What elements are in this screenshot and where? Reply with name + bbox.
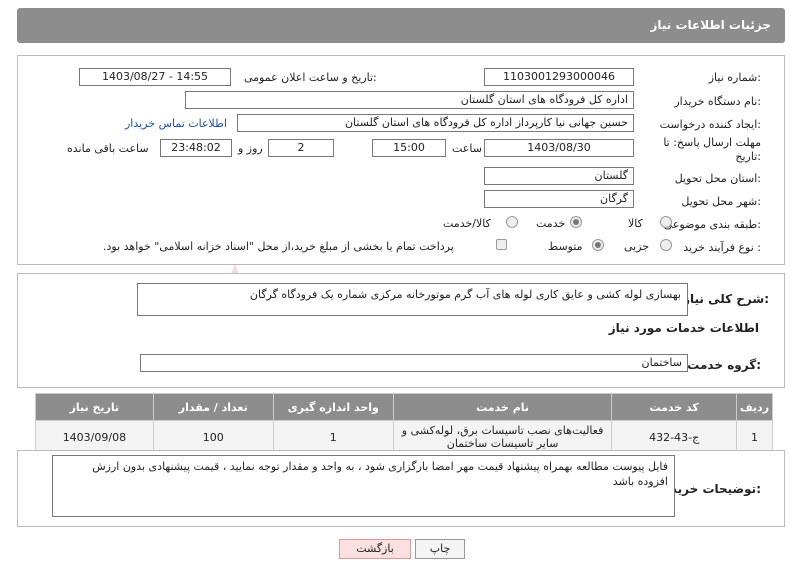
category-goods-service-label: کالا/خدمت [443, 217, 491, 230]
back-button[interactable]: بازگشت [339, 539, 411, 559]
creator-label: ایجاد کننده درخواست: [659, 118, 761, 131]
table-row: 1 ج-43-432 فعالیت‌های نصب تاسیسات برق، ل… [35, 420, 774, 454]
services-info-title: اطلاعات خدمات مورد نیاز [608, 321, 759, 335]
category-goods-service-radio[interactable] [506, 216, 518, 228]
info-panel [17, 55, 785, 265]
process-minor-label: جزیی [624, 240, 650, 253]
cell-service-code: ج-43-432 [611, 420, 737, 454]
deadline-time-label: ساعت [452, 142, 482, 155]
col-header-need-date: تاریخ نیاز [35, 393, 154, 421]
col-header-row-number: ردیف [735, 393, 774, 421]
treasury-checkbox[interactable] [496, 239, 507, 250]
city-field[interactable]: گرگان [484, 190, 634, 208]
deadline-label-date: تاریخ: [735, 150, 761, 163]
col-header-unit: واحد اندازه گیری [272, 393, 394, 421]
need-number-label: شماره نیاز: [708, 71, 761, 84]
cell-service-name: فعالیت‌های نصب تاسیسات برق، لوله‌کشی و س… [392, 420, 613, 454]
province-field[interactable]: گلستان [484, 167, 634, 185]
process-medium-radio[interactable] [592, 239, 604, 251]
deadline-time-field[interactable]: 15:00 [372, 139, 446, 157]
general-desc-label: شرح کلی نیاز: [683, 292, 769, 306]
category-service-radio[interactable] [570, 216, 582, 228]
table-header-row: ردیف کد خدمت نام خدمت واحد اندازه گیری ت… [35, 393, 774, 421]
col-header-service-name: نام خدمت [392, 393, 613, 421]
announce-datetime-field[interactable]: 1403/08/27 - 14:55 [79, 68, 231, 86]
announce-datetime-label: تاریخ و ساعت اعلان عمومی: [244, 71, 377, 84]
col-header-quantity: تعداد / مقدار [152, 393, 274, 421]
category-label: طبقه بندی موضوعی: [663, 218, 761, 231]
deadline-label: مهلت ارسال پاسخ: تا [663, 136, 761, 149]
buyer-org-field[interactable]: اداره کل فرودگاه های استان گلستان [185, 91, 634, 109]
remaining-time-field[interactable]: 23:48:02 [160, 139, 232, 157]
buyer-contact-link[interactable]: اطلاعات تماس خریدار [125, 117, 227, 130]
category-goods-label: کالا [628, 217, 643, 230]
creator-field[interactable]: حسین جهانی نیا کارپرداز اداره کل فرودگاه… [237, 114, 634, 132]
cell-quantity: 100 [152, 420, 274, 454]
col-header-service-code: کد خدمت [611, 393, 737, 421]
hours-remaining-label: ساعت باقی مانده [67, 142, 149, 155]
category-service-label: خدمت [536, 217, 566, 230]
service-group-label: گروه خدمت: [687, 358, 761, 372]
cell-need-date: 1403/09/08 [35, 420, 154, 454]
deadline-date-field[interactable]: 1403/08/30 [484, 139, 634, 157]
buyer-notes-field[interactable]: فایل پیوست مطالعه بهمراه پیشنهاد قیمت مه… [52, 455, 675, 517]
cell-unit: 1 [272, 420, 394, 454]
province-label: استان محل تحویل: [674, 172, 761, 185]
need-number-field[interactable]: 1103001293000046 [484, 68, 634, 86]
page-header: جزئیات اطلاعات نیاز [17, 8, 785, 43]
city-label: شهر محل تحویل: [681, 195, 761, 208]
buyer-org-label: نام دستگاه خریدار: [674, 95, 761, 108]
cell-row-number: 1 [735, 420, 774, 454]
treasury-note: پرداخت تمام یا بخشی از مبلغ خرید،از محل … [103, 240, 454, 253]
category-goods-radio[interactable] [660, 216, 672, 228]
days-field[interactable]: 2 [268, 139, 334, 157]
page-title: جزئیات اطلاعات نیاز [650, 18, 771, 32]
print-button[interactable]: چاپ [415, 539, 465, 559]
general-desc-field[interactable]: بهسازی لوله کشی و عایق کاری لوله های آب … [137, 283, 688, 316]
services-table: ردیف کد خدمت نام خدمت واحد اندازه گیری ت… [35, 393, 774, 454]
process-minor-radio[interactable] [660, 239, 672, 251]
day-and-label: روز و [238, 142, 263, 155]
process-type-label: نوع فرآیند خرید : [683, 241, 761, 254]
service-group-field[interactable]: ساختمان [140, 354, 688, 372]
process-medium-label: متوسط [548, 240, 583, 253]
